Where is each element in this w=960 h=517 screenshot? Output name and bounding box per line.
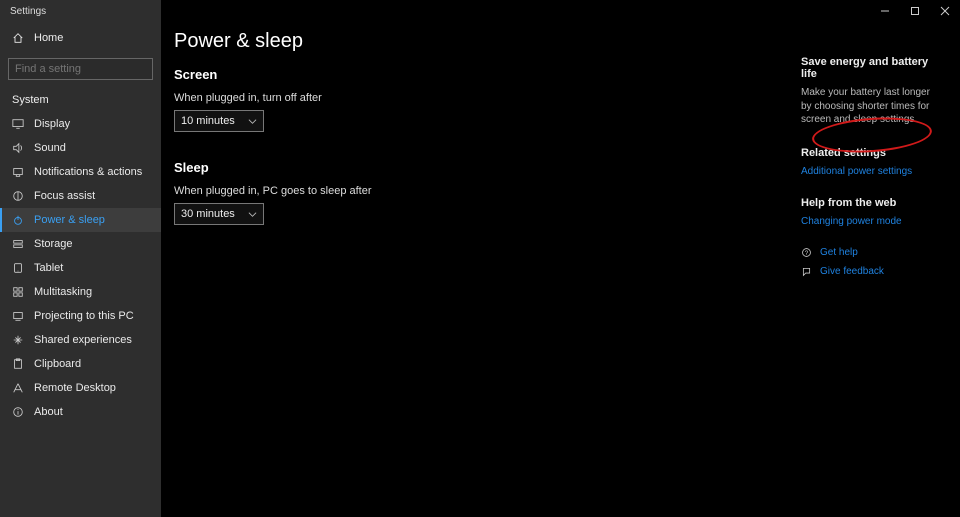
minimize-button[interactable] <box>870 0 900 22</box>
focus-icon <box>12 190 24 202</box>
sidebar-item-label: Power & sleep <box>34 214 105 226</box>
get-help-link[interactable]: ? Get help <box>801 247 942 258</box>
screen-turnoff-label: When plugged in, turn off after <box>174 92 781 104</box>
window-controls <box>870 0 960 22</box>
sidebar-item-label: Sound <box>34 142 66 154</box>
project-icon <box>12 310 24 322</box>
home-button[interactable]: Home <box>0 26 161 50</box>
shared-icon <box>12 334 24 346</box>
window-title: Settings <box>0 6 46 17</box>
storage-icon <box>12 238 24 250</box>
changing-power-mode-link[interactable]: Changing power mode <box>801 216 902 227</box>
tip-body: Make your battery last longer by choosin… <box>801 86 942 127</box>
sidebar-item-storage[interactable]: Storage <box>0 232 161 256</box>
sidebar-item-label: Tablet <box>34 262 63 274</box>
sidebar-item-label: About <box>34 406 63 418</box>
sidebar-item-label: Notifications & actions <box>34 166 142 178</box>
settings-window: Settings Home System <box>0 0 960 517</box>
power-icon <box>12 214 24 226</box>
tablet-icon <box>12 262 24 274</box>
sidebar-item-notifications[interactable]: Notifications & actions <box>0 160 161 184</box>
sidebar-item-shared[interactable]: Shared experiences <box>0 328 161 352</box>
sidebar-item-sound[interactable]: Sound <box>0 136 161 160</box>
display-icon <box>12 118 24 130</box>
chevron-down-icon <box>248 210 257 219</box>
additional-power-settings-link[interactable]: Additional power settings <box>801 166 912 177</box>
sidebar-item-about[interactable]: About <box>0 400 161 424</box>
screen-turnoff-dropdown[interactable]: 10 minutes <box>174 110 264 132</box>
sidebar-item-label: Display <box>34 118 70 130</box>
help-icon: ? <box>801 247 812 258</box>
clipboard-icon <box>12 358 24 370</box>
multitask-icon <box>12 286 24 298</box>
sidebar-item-label: Clipboard <box>34 358 81 370</box>
sidebar-item-display[interactable]: Display <box>0 112 161 136</box>
main-area: Power & sleep Screen When plugged in, tu… <box>161 0 960 517</box>
sidebar-item-clipboard[interactable]: Clipboard <box>0 352 161 376</box>
related-heading: Related settings <box>801 147 942 159</box>
sound-icon <box>12 142 24 154</box>
sidebar-item-label: Focus assist <box>34 190 95 202</box>
sidebar-item-multitasking[interactable]: Multitasking <box>0 280 161 304</box>
close-button[interactable] <box>930 0 960 22</box>
give-feedback-label: Give feedback <box>820 266 884 277</box>
sidebar: Home System Display Sound Notifications … <box>0 0 161 517</box>
sidebar-item-power[interactable]: Power & sleep <box>0 208 161 232</box>
sleep-after-label: When plugged in, PC goes to sleep after <box>174 185 781 197</box>
section-screen-heading: Screen <box>174 67 781 82</box>
sidebar-item-label: Storage <box>34 238 73 250</box>
sidebar-item-tablet[interactable]: Tablet <box>0 256 161 280</box>
title-bar: Settings <box>0 0 960 22</box>
give-feedback-link[interactable]: Give feedback <box>801 266 942 277</box>
maximize-button[interactable] <box>900 0 930 22</box>
sidebar-item-label: Shared experiences <box>34 334 132 346</box>
sleep-after-dropdown[interactable]: 30 minutes <box>174 203 264 225</box>
content-panel: Power & sleep Screen When plugged in, tu… <box>161 30 801 517</box>
feedback-icon <box>801 266 812 277</box>
sidebar-item-label: Multitasking <box>34 286 92 298</box>
section-sleep-heading: Sleep <box>174 160 781 175</box>
page-title: Power & sleep <box>174 30 781 53</box>
sidebar-group-label: System <box>0 80 161 112</box>
close-icon <box>940 6 950 16</box>
maximize-icon <box>910 6 920 16</box>
notifications-icon <box>12 166 24 178</box>
webhelp-heading: Help from the web <box>801 197 942 209</box>
aside-panel: Save energy and battery life Make your b… <box>801 30 956 517</box>
about-icon <box>12 406 24 418</box>
svg-text:?: ? <box>805 249 809 256</box>
home-icon <box>12 32 24 44</box>
sleep-after-value: 30 minutes <box>181 208 235 220</box>
tip-heading: Save energy and battery life <box>801 56 942 80</box>
search-input-wrap[interactable] <box>8 58 153 80</box>
sidebar-nav: Display Sound Notifications & actions Fo… <box>0 112 161 424</box>
sidebar-item-focus[interactable]: Focus assist <box>0 184 161 208</box>
sidebar-item-projecting[interactable]: Projecting to this PC <box>0 304 161 328</box>
get-help-label: Get help <box>820 247 858 258</box>
sidebar-item-label: Projecting to this PC <box>34 310 134 322</box>
search-input[interactable] <box>15 63 157 75</box>
remote-icon <box>12 382 24 394</box>
sidebar-item-label: Remote Desktop <box>34 382 116 394</box>
screen-turnoff-value: 10 minutes <box>181 115 235 127</box>
home-label: Home <box>34 32 63 44</box>
chevron-down-icon <box>248 117 257 126</box>
sidebar-item-remote[interactable]: Remote Desktop <box>0 376 161 400</box>
minimize-icon <box>880 6 890 16</box>
